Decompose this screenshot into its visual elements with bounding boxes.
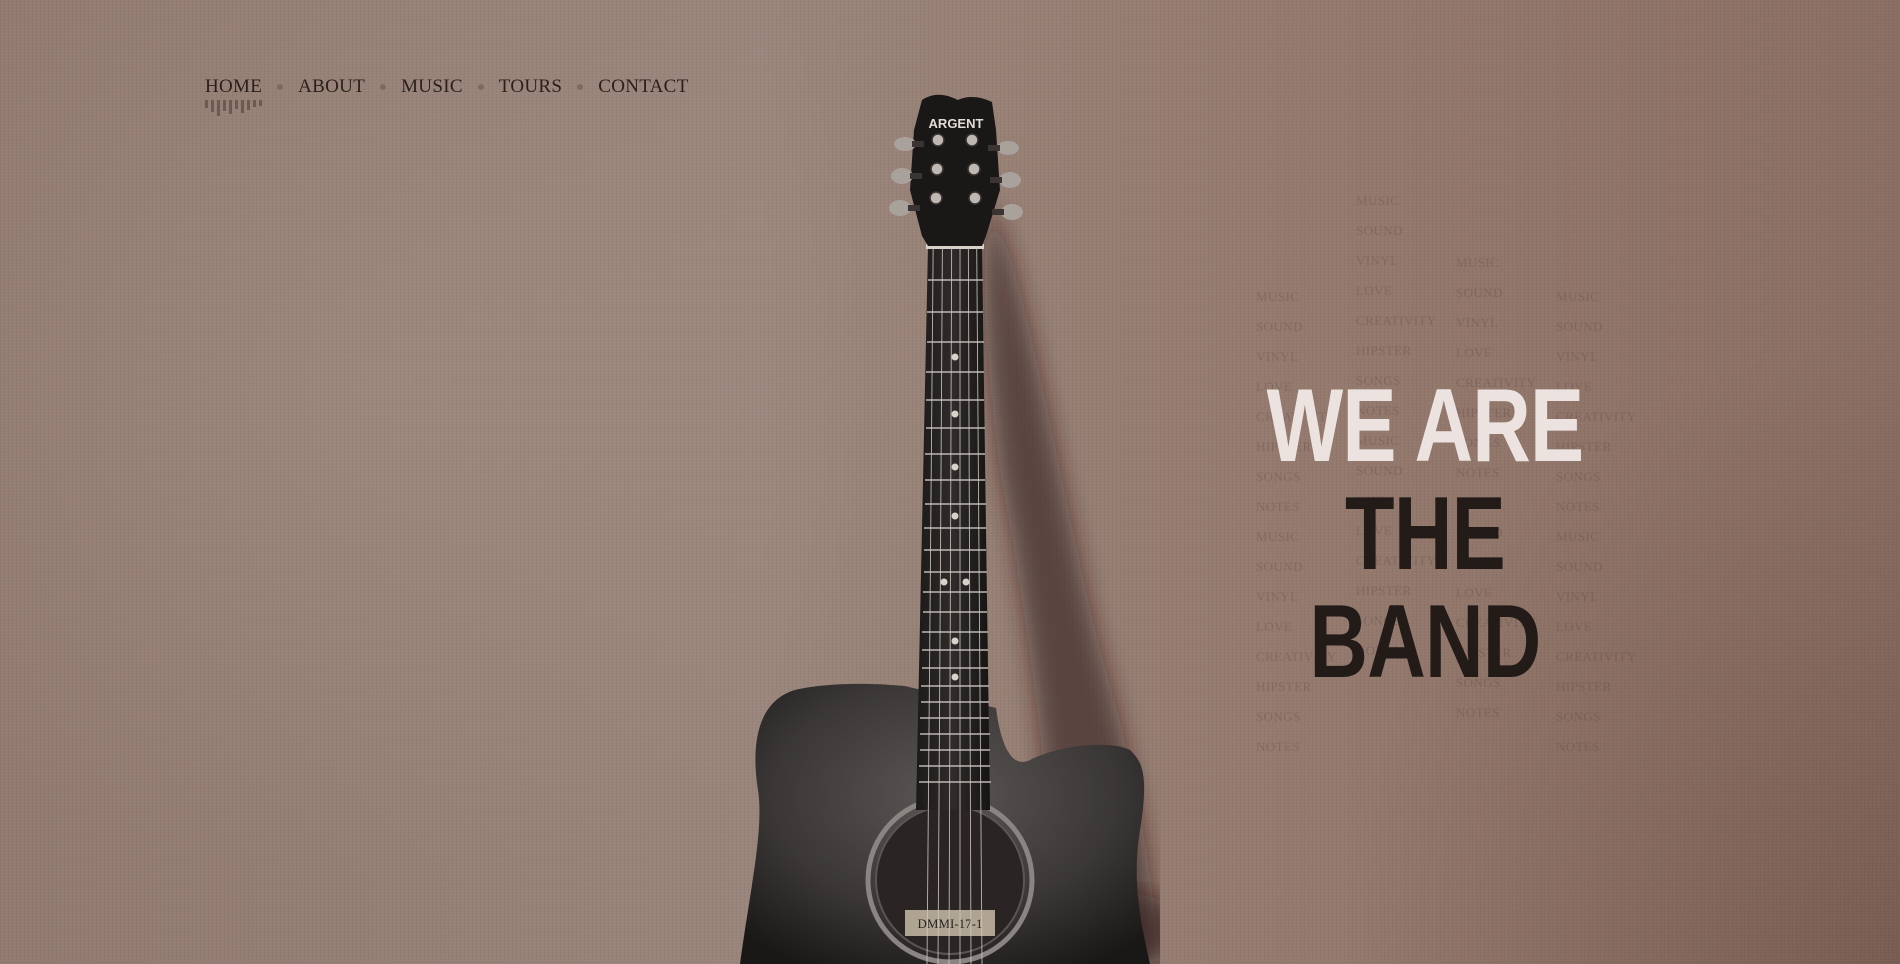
nav-music[interactable]: MUSIC bbox=[401, 74, 463, 100]
main-nav: HOME ABOUT MUSIC TOURS CONTACT bbox=[205, 74, 689, 116]
word-cloud-word: NOTES bbox=[1256, 739, 1300, 754]
word-cloud-word: VINYL bbox=[1356, 253, 1399, 268]
word-cloud-word: SOUND bbox=[1356, 223, 1403, 238]
nav-home[interactable]: HOME bbox=[205, 74, 262, 100]
nav-separator-dot bbox=[380, 84, 387, 90]
hero-title-line-1: WE ARE bbox=[1266, 368, 1585, 484]
nav-separator-dot bbox=[577, 84, 584, 90]
word-cloud-word: MUSIC bbox=[1356, 193, 1400, 208]
word-cloud-word: LOVE bbox=[1456, 345, 1493, 360]
word-cloud-word: MUSIC bbox=[1556, 289, 1600, 304]
word-cloud-word: CREATIVITY bbox=[1356, 313, 1437, 328]
word-cloud-word: SOUND bbox=[1556, 319, 1603, 334]
nav-separator-dot bbox=[277, 84, 284, 90]
nav-about[interactable]: ABOUT bbox=[298, 74, 365, 100]
nav-contact[interactable]: CONTACT bbox=[598, 74, 688, 100]
word-cloud-word: SONGS bbox=[1556, 709, 1601, 724]
word-cloud-word: MUSIC bbox=[1256, 289, 1300, 304]
word-cloud-word: NOTES bbox=[1456, 705, 1500, 720]
word-cloud-word: MUSIC bbox=[1456, 255, 1500, 270]
headstock-brand: ARGENT bbox=[929, 116, 984, 131]
guitar-image: DMMI-17-1 ARGENT bbox=[740, 94, 1160, 964]
word-cloud-word: HIPSTER bbox=[1356, 343, 1412, 358]
hero-heading: WE ARE THE BAND bbox=[1220, 372, 1630, 696]
word-cloud-word: SONGS bbox=[1256, 709, 1301, 724]
nav-tours[interactable]: TOURS bbox=[499, 74, 562, 100]
word-cloud-word: LOVE bbox=[1356, 283, 1393, 298]
word-cloud-word: SOUND bbox=[1456, 285, 1503, 300]
equalizer-icon bbox=[205, 100, 262, 116]
hero-title-line-2: THE BAND bbox=[1309, 476, 1541, 700]
word-cloud-word: SOUND bbox=[1256, 319, 1303, 334]
word-cloud-word: NOTES bbox=[1556, 739, 1600, 754]
nav-separator-dot bbox=[477, 84, 484, 90]
word-cloud-word: VINYL bbox=[1456, 315, 1499, 330]
